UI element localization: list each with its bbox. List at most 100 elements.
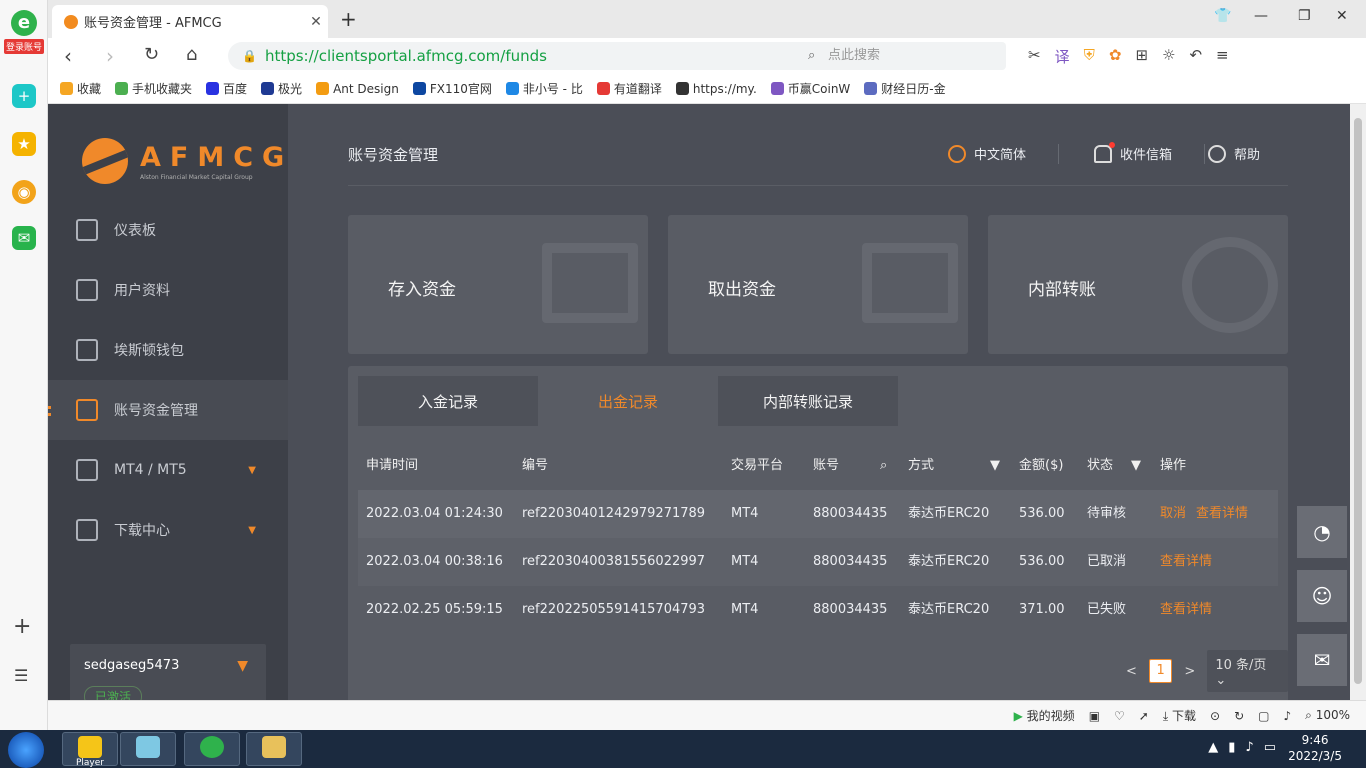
sidebar-item-dashboard[interactable]: 仪表板 (48, 200, 288, 260)
refresh-icon[interactable]: ↻ (1234, 709, 1244, 723)
home-icon[interactable]: ⌂ (186, 44, 197, 65)
method-filter-icon[interactable]: ▼ (990, 446, 1000, 486)
search-input[interactable]: ⌕ 点此搜索 (798, 42, 1006, 70)
bookmark-item[interactable]: 手机收藏夹 (115, 80, 192, 97)
notepad-task[interactable] (120, 732, 176, 766)
browser-tab[interactable]: 账号资金管理 - AFMCG ✕ (52, 5, 328, 38)
bookmark-item[interactable]: 币赢CoinW (770, 80, 850, 97)
tab-deposit-records[interactable]: 入金记录 (358, 376, 538, 426)
user-caret-icon[interactable]: ▼ (237, 658, 248, 674)
mail-icon[interactable]: ✉ (12, 226, 36, 250)
extension-icon[interactable]: ⊙ (1210, 709, 1220, 723)
start-button[interactable] (8, 732, 44, 768)
star-icon[interactable]: ★ (12, 132, 36, 156)
browser-task-icon (200, 736, 224, 758)
sidebar-item-funds[interactable]: 账号资金管理 (48, 380, 288, 440)
bookmark-item[interactable]: 有道翻译 (596, 80, 662, 97)
login-badge[interactable]: 登录账号 (4, 39, 44, 54)
view-details-link[interactable]: 查看详情 (1160, 554, 1212, 569)
page-scrollbar[interactable] (1350, 104, 1366, 700)
email-icon[interactable]: ✉ (1297, 634, 1347, 686)
col-platform: 交易平台 (731, 458, 784, 473)
menu-icon[interactable]: ≡ (1216, 46, 1229, 67)
bookmark-item[interactable]: 财经日历-金 (864, 80, 946, 97)
list-icon[interactable]: ☰ (14, 666, 28, 685)
weibo-icon[interactable]: ◉ (12, 180, 36, 204)
zoom-control[interactable]: ⌕ 100% (1305, 708, 1350, 723)
close-window-icon[interactable]: ✕ (1336, 8, 1348, 24)
tab-transfer-records[interactable]: 内部转账记录 (718, 376, 898, 426)
bookmark-item[interactable]: https://my. (675, 82, 757, 96)
player-task[interactable]: Player (62, 732, 118, 768)
back-icon[interactable]: ‹ (64, 44, 72, 68)
url-text[interactable]: https://clientsportal.afmcg.com/funds (265, 47, 832, 65)
tray-expand-icon[interactable]: ▲ (1208, 740, 1218, 755)
inbox-link[interactable]: 收件信箱 (1094, 141, 1172, 163)
my-video-link[interactable]: ▶ 我的视频 (1014, 707, 1075, 724)
sidebar-item-mt4-mt5[interactable]: MT4 / MT5 ▼ (48, 440, 288, 500)
browser-status-bar: ▶ 我的视频 ▣ ♡ ➚ ⤓ 下载 ⊙ ↻ ▢ ♪ ⌕ 100% (48, 700, 1366, 730)
window-icon[interactable]: ▢ (1258, 709, 1269, 723)
prev-page-icon[interactable]: < (1126, 664, 1137, 679)
address-bar[interactable]: 🔒 https://clientsportal.afmcg.com/funds (228, 42, 832, 70)
view-details-link[interactable]: 查看详情 (1160, 602, 1212, 617)
dashboard-icon (76, 219, 98, 241)
new-tab-icon[interactable]: + (340, 7, 357, 31)
system-clock[interactable]: 9:46 2022/3/5 (1288, 732, 1342, 764)
browser-logo[interactable]: e 登录账号 (4, 10, 44, 58)
close-tab-icon[interactable]: ✕ (304, 14, 328, 30)
skin-icon[interactable]: 👕 (1214, 8, 1231, 24)
brightness-icon[interactable]: ☼ (1162, 46, 1175, 67)
translate-icon[interactable]: 译 (1055, 46, 1070, 67)
view-details-link[interactable]: 查看详情 (1196, 506, 1248, 521)
account-search-icon[interactable]: ⌕ (880, 446, 887, 486)
help-link[interactable]: 帮助 (1208, 144, 1260, 163)
bookmark-item[interactable]: Ant Design (316, 82, 399, 96)
bookmark-item[interactable]: 非小号 - 比 (505, 80, 583, 97)
user-menu[interactable]: sedgaseg5473 ▼ 已激活 (70, 644, 266, 700)
cancel-link[interactable]: 取消 (1160, 506, 1186, 521)
bookmark-item[interactable]: 百度 (206, 80, 247, 97)
qq-icon[interactable]: ◔ (1297, 506, 1347, 558)
battery-icon[interactable]: ▮ (1228, 740, 1235, 755)
page-number[interactable]: 1 (1148, 659, 1173, 683)
next-page-icon[interactable]: > (1184, 664, 1195, 679)
deposit-card[interactable]: 存入资金 (348, 215, 648, 354)
status-filter-icon[interactable]: ▼ (1131, 446, 1141, 486)
game-icon[interactable]: ✿ (1109, 46, 1122, 67)
page-size-select[interactable]: 10 条/页 ⌄ (1207, 650, 1288, 692)
network-icon[interactable]: ▭ (1264, 740, 1276, 755)
brand-logo[interactable]: AFMCG Alston Financial Market Capital Gr… (82, 138, 293, 184)
volume-icon[interactable]: ♪ (1283, 709, 1291, 723)
undo-icon[interactable]: ↶ (1189, 46, 1202, 67)
rocket-icon[interactable]: ➚ (1139, 709, 1149, 723)
wechat-icon[interactable]: ☺ (1297, 570, 1347, 622)
download-link[interactable]: ⤓ 下载 (1163, 707, 1196, 724)
browser-task[interactable] (184, 732, 240, 766)
sidebar-item-profile[interactable]: 用户资料 (48, 260, 288, 320)
restore-icon[interactable]: ❐ (1298, 8, 1311, 24)
scrollbar-thumb[interactable] (1354, 118, 1362, 684)
heart-icon[interactable]: ♡ (1114, 709, 1125, 723)
speaker-icon[interactable]: ♪ (1245, 740, 1253, 755)
cut-icon[interactable]: ✂ (1028, 46, 1041, 67)
forward-icon[interactable]: › (106, 44, 114, 68)
bookmark-icon (505, 82, 519, 95)
sidebar-item-downloads[interactable]: 下载中心 ▼ (48, 500, 288, 560)
withdraw-card[interactable]: 取出资金 (668, 215, 968, 354)
add-app-icon[interactable]: + (13, 614, 31, 639)
bookmark-item[interactable]: 极光 (261, 80, 302, 97)
bookmark-item[interactable]: FX110官网 (412, 80, 492, 97)
bookmark-item[interactable]: 收藏 (60, 80, 101, 97)
grid-icon[interactable]: ⊞ (1135, 46, 1148, 67)
shield-icon[interactable]: ⛨ (1084, 46, 1095, 67)
transfer-card[interactable]: 内部转账 (988, 215, 1288, 354)
sidebar-item-wallet[interactable]: 埃斯顿钱包 (48, 320, 288, 380)
language-selector[interactable]: 中文简体 (948, 144, 1026, 163)
tab-withdraw-records[interactable]: 出金记录 (538, 376, 718, 426)
explorer-task[interactable] (246, 732, 302, 766)
reload-icon[interactable]: ↻ (144, 44, 159, 65)
image-icon[interactable]: ▣ (1089, 709, 1100, 723)
minimize-icon[interactable]: — (1254, 8, 1268, 24)
medical-icon[interactable]: + (12, 84, 36, 108)
